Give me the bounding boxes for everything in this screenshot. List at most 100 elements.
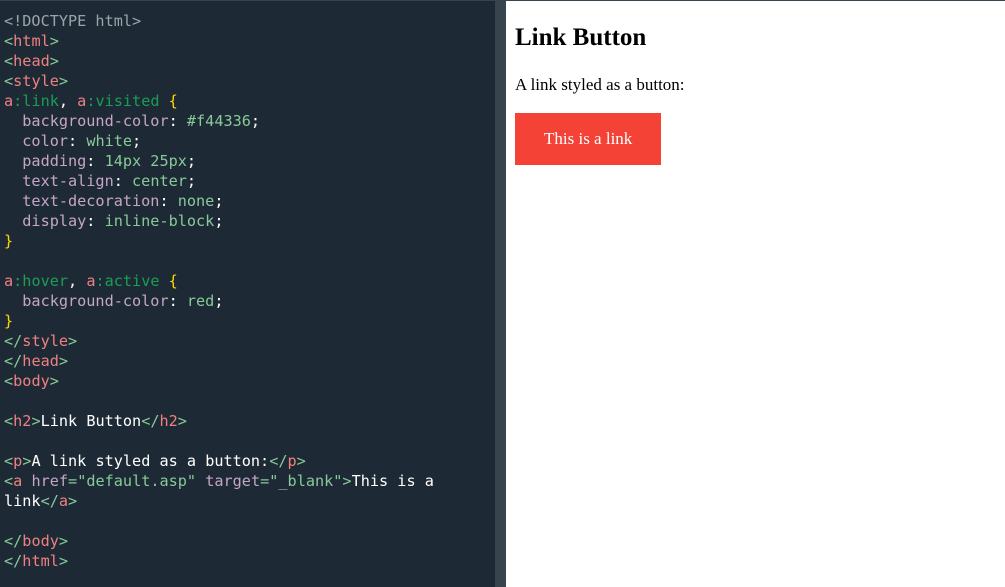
bracket: < xyxy=(4,472,14,490)
code-line: display: inline-block; xyxy=(4,211,495,231)
code-line: <!DOCTYPE html> xyxy=(4,11,495,31)
code-line: </head> xyxy=(4,351,495,371)
punctuation: , xyxy=(68,272,87,290)
css-property: background-color xyxy=(4,112,169,130)
text-content: This is a xyxy=(351,472,434,490)
bracket: > xyxy=(296,452,306,470)
code-line: a:hover, a:active { xyxy=(4,271,495,291)
preview-paragraph: A link styled as a button: xyxy=(515,75,685,94)
equals: = xyxy=(260,472,270,490)
code-line: link</a> xyxy=(4,491,495,511)
bracket: > xyxy=(68,492,78,510)
text-content: A link styled as a button: xyxy=(31,452,270,470)
code-line: text-decoration: none; xyxy=(4,191,495,211)
code-line: <p>A link styled as a button:</p> xyxy=(4,451,495,471)
attr-name: href xyxy=(31,472,69,490)
bracket: > xyxy=(58,72,69,90)
css-property: padding xyxy=(4,152,87,170)
punctuation: ; xyxy=(186,152,197,170)
code-line: </html> xyxy=(4,551,495,571)
code-line: text-align: center; xyxy=(4,171,495,191)
css-property: background-color xyxy=(4,292,169,310)
bracket: < xyxy=(4,52,14,70)
attr-value: "default.asp" xyxy=(77,472,197,490)
tag-name: p xyxy=(287,452,297,470)
code-line: <body> xyxy=(4,371,495,391)
code-line: <style> xyxy=(4,71,495,91)
attr-value: "_blank" xyxy=(269,472,343,490)
tag-name: head xyxy=(13,52,50,70)
tag-name: body xyxy=(13,372,50,390)
css-value: red xyxy=(186,292,215,310)
bracket: < xyxy=(4,372,14,390)
code-line-empty xyxy=(4,251,495,271)
punctuation: : xyxy=(159,192,178,210)
code-line: a:link, a:visited { xyxy=(4,91,495,111)
punctuation: : xyxy=(113,172,133,190)
tag-name: style xyxy=(13,72,59,90)
code-line: } xyxy=(4,231,495,251)
preview-heading: Link Button xyxy=(515,24,647,51)
preview-body: Link Button A link styled as a button: T… xyxy=(506,1,1005,165)
bracket: </ xyxy=(4,332,23,350)
bracket: </ xyxy=(269,452,288,470)
css-pseudo: :link xyxy=(13,92,59,110)
code-line-empty xyxy=(4,391,495,411)
result-preview: Link Button A link styled as a button: T… xyxy=(506,1,1005,587)
css-pseudo: :visited xyxy=(86,92,160,110)
bracket: > xyxy=(68,332,78,350)
tag-name: a xyxy=(13,472,23,490)
bracket: </ xyxy=(4,532,23,550)
brace: { xyxy=(159,92,178,110)
bracket: < xyxy=(4,452,14,470)
link-button[interactable]: This is a link xyxy=(515,113,662,165)
tag-name: body xyxy=(22,532,59,550)
code-line: </style> xyxy=(4,331,495,351)
css-property: text-align xyxy=(4,172,114,190)
bracket: < xyxy=(4,72,14,90)
punctuation: : xyxy=(168,112,187,130)
doctype: <!DOCTYPE html> xyxy=(4,12,142,30)
tag-name: p xyxy=(13,452,23,470)
attr-name: target xyxy=(205,472,261,490)
bracket: > xyxy=(342,472,352,490)
css-selector: a xyxy=(4,272,14,290)
code-line: <a href="default.asp" target="_blank">Th… xyxy=(4,471,495,491)
code-line: background-color: #f44336; xyxy=(4,111,495,131)
pane-resize-handle[interactable] xyxy=(495,1,506,587)
bracket: > xyxy=(49,52,59,70)
brace: } xyxy=(4,312,14,330)
code-editor[interactable]: <!DOCTYPE html> <html> <head> <style> a:link… xyxy=(0,1,495,587)
bracket: </ xyxy=(4,352,23,370)
punctuation: : xyxy=(86,152,105,170)
tag-name: a xyxy=(58,492,69,510)
css-value: 14px 25px xyxy=(104,152,187,170)
code-line: padding: 14px 25px; xyxy=(4,151,495,171)
text-content: Link Button xyxy=(40,412,142,430)
bracket: > xyxy=(58,532,69,550)
code-block[interactable]: <!DOCTYPE html> <html> <head> <style> a:link… xyxy=(0,1,495,571)
bracket: > xyxy=(49,32,59,50)
css-value: white xyxy=(86,132,133,150)
css-value: center xyxy=(132,172,187,190)
tag-name: style xyxy=(22,332,69,350)
code-line-empty xyxy=(4,511,495,531)
tag-name: html xyxy=(13,32,50,50)
bracket: </ xyxy=(40,492,59,510)
tag-name: h2 xyxy=(159,412,178,430)
punctuation: ; xyxy=(250,112,261,130)
bracket: < xyxy=(4,412,14,430)
equals: = xyxy=(68,472,78,490)
tag-name: h2 xyxy=(13,412,32,430)
bracket: > xyxy=(31,412,41,430)
css-property: color xyxy=(4,132,69,150)
punctuation: ; xyxy=(214,212,224,230)
css-value: inline-block xyxy=(104,212,215,230)
code-line: } xyxy=(4,311,495,331)
code-line-empty xyxy=(4,431,495,451)
css-selector: a xyxy=(4,92,14,110)
css-pseudo: :hover xyxy=(13,272,69,290)
css-property: display xyxy=(4,212,87,230)
css-pseudo: :active xyxy=(95,272,160,290)
brace: } xyxy=(4,232,14,250)
